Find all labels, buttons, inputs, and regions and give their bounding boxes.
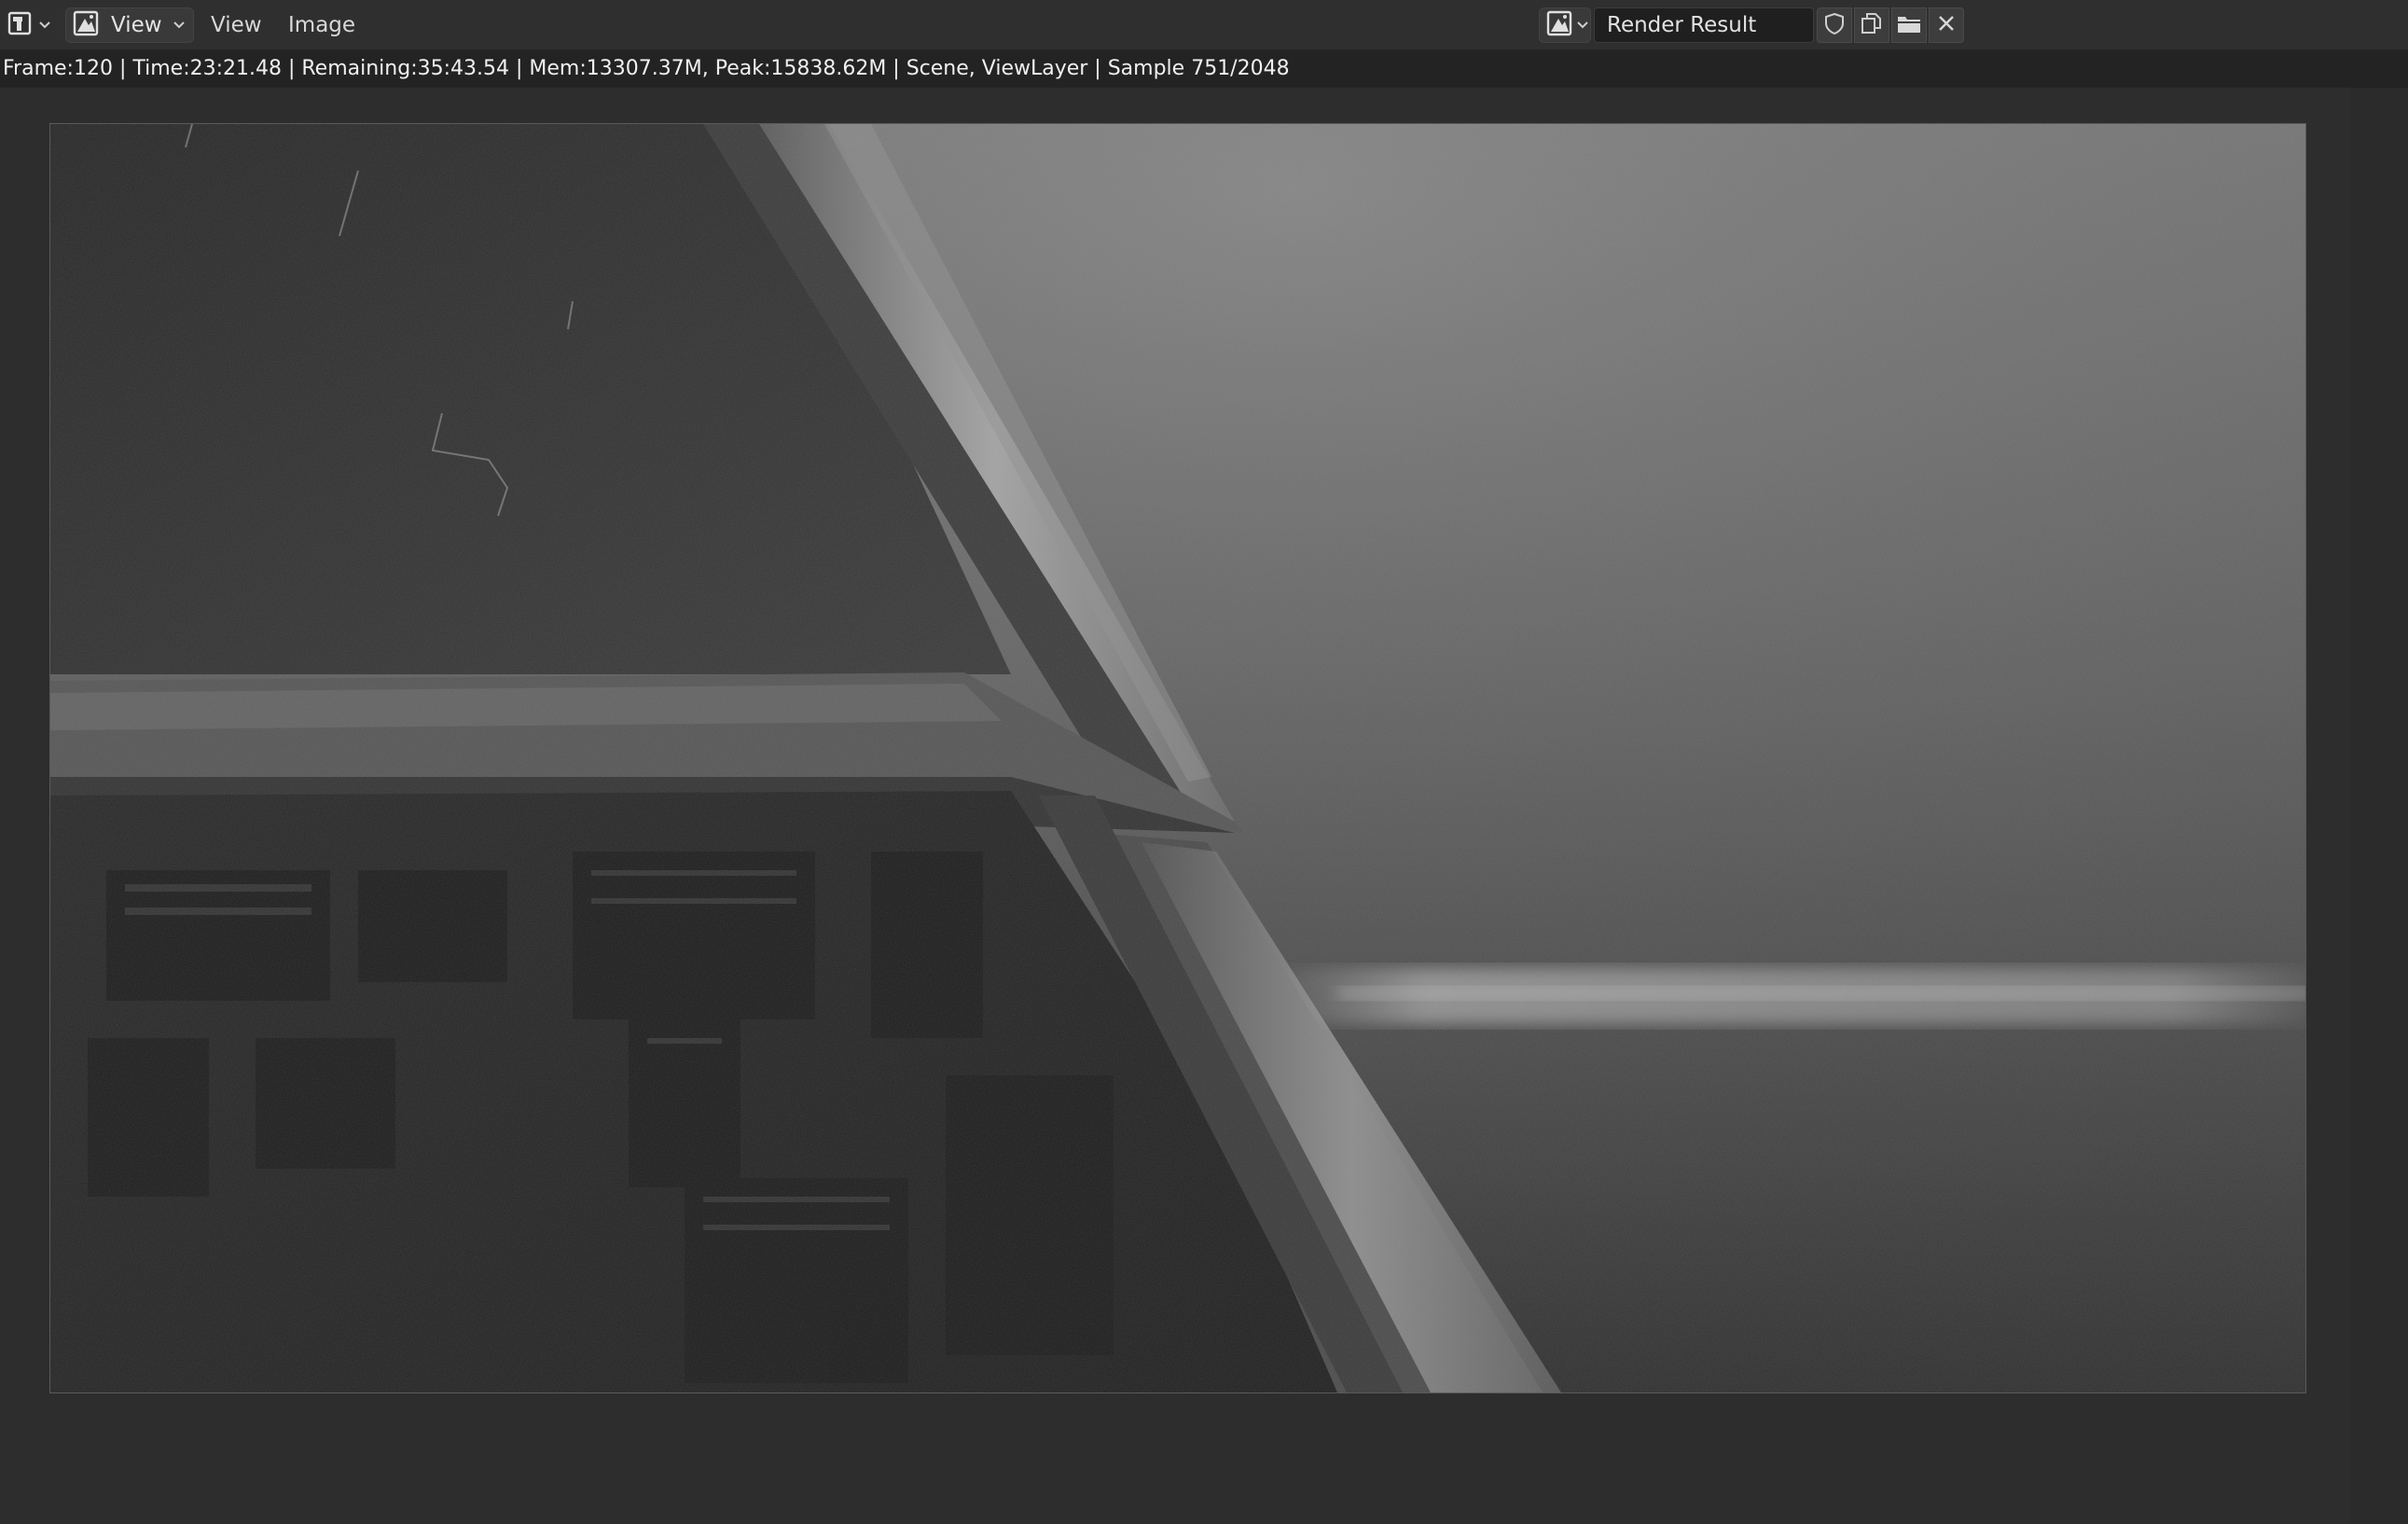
right-gutter	[2350, 88, 2408, 1524]
editor-type-selector[interactable]	[2, 7, 54, 43]
view-mode-dropdown[interactable]: View	[65, 7, 194, 43]
duplicate-icon	[1860, 11, 1884, 39]
image-viewport[interactable]	[0, 88, 2408, 1524]
close-icon	[1936, 13, 1957, 37]
chevron-down-icon	[37, 18, 52, 33]
chevron-down-icon	[172, 18, 187, 33]
render-image	[50, 124, 2305, 1392]
folder-icon	[1896, 11, 1922, 39]
view-mode-label: View	[111, 13, 162, 37]
duplicate-image-button[interactable]	[1854, 7, 1889, 43]
fake-user-button[interactable]	[1817, 7, 1852, 43]
unlink-image-button[interactable]	[1929, 7, 1964, 43]
open-image-button[interactable]	[1891, 7, 1927, 43]
image-browse-icon	[1545, 9, 1573, 41]
image-view-icon	[72, 9, 100, 41]
render-status-line: Frame:120 | Time:23:21.48 | Remaining:35…	[0, 50, 2408, 88]
image-name-field[interactable]: Render Result	[1594, 7, 1814, 43]
browse-image-button[interactable]	[1539, 7, 1591, 43]
chevron-down-icon	[1575, 18, 1590, 33]
menu-image[interactable]: Image	[277, 7, 367, 43]
image-editor-header: View View Image Render Result	[0, 0, 2408, 50]
image-editor-icon	[7, 10, 34, 40]
image-editor-window: View View Image Render Result Frame:120 …	[0, 0, 2408, 1524]
render-result-image	[49, 123, 2306, 1393]
menu-view[interactable]: View	[200, 7, 273, 43]
shield-icon	[1822, 11, 1847, 39]
